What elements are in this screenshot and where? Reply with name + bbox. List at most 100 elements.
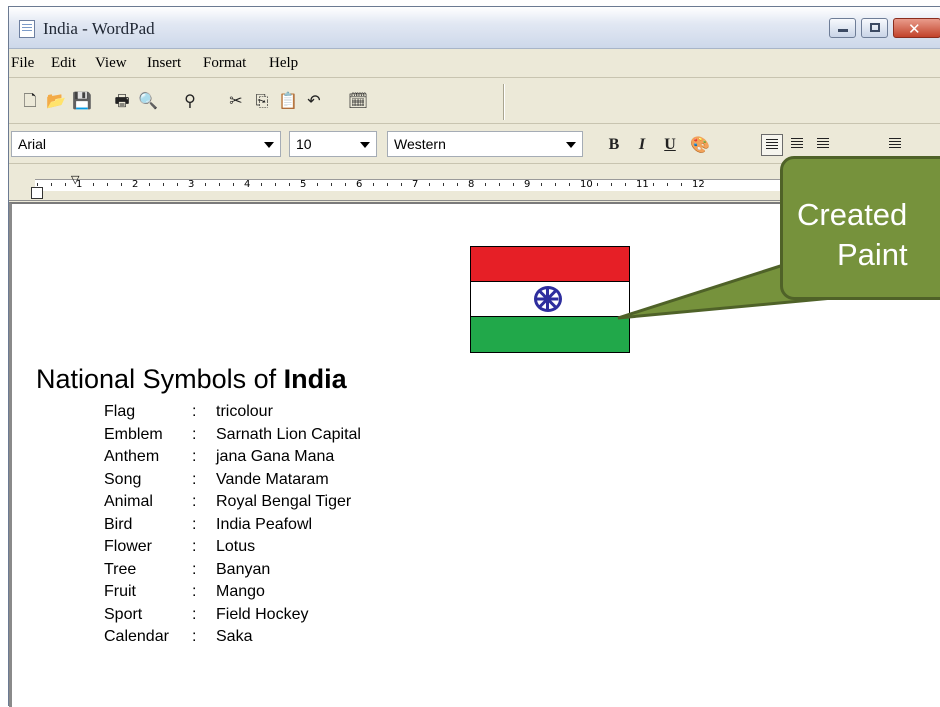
menu-edit[interactable]: Edit [51,55,76,72]
menu-view[interactable]: View [95,55,127,72]
menu-help[interactable]: Help [269,55,298,72]
ruler-tick [667,183,668,186]
callout-line-2: Paint [837,237,908,272]
symbol-value: Mango [216,583,265,600]
symbol-separator: : [192,628,197,645]
bullets-button[interactable] [885,134,907,156]
align-right-icon [817,138,829,150]
symbol-separator: : [192,403,197,420]
symbol-value: Banyan [216,560,271,578]
align-left-icon [766,139,778,151]
ruler-number: 6 [356,179,363,190]
ruler-number: 7 [412,179,419,190]
paste-icon[interactable]: 📋 [277,90,299,112]
symbol-label: Fruit [104,583,136,600]
ruler-tick [443,183,444,186]
align-left-button[interactable] [761,134,783,156]
ruler-tick [513,183,514,186]
ruler-tick [261,183,262,186]
close-button[interactable]: ✕ [893,18,940,38]
symbols-list: Flag: tricolour Emblem: Sarnath Lion Capita… [104,403,464,651]
save-icon[interactable]: 💾 [71,90,93,112]
ruler-tick [401,183,402,186]
symbol-value: Saka [216,628,253,645]
ruler-tick [331,183,332,186]
symbol-value: Vande Mataram [216,470,329,488]
symbol-value: Sarnath Lion Capital [216,425,361,443]
undo-icon[interactable]: ↶ [303,90,325,112]
title-bar[interactable]: India - WordPad ✕ [9,7,940,49]
print-preview-icon[interactable]: 🔍 [137,90,159,112]
symbol-value: Royal Bengal Tiger [216,493,352,510]
ruler-number: 3 [188,179,195,190]
standard-toolbar: 🗋 📂 💾 🖶 🔍 ⚲ ✂ ⎘ 📋 ↶ 🗓 [9,80,940,124]
copy-icon[interactable]: ⎘ [251,90,273,112]
symbol-row: Fruit: Mango [104,583,464,606]
indent-marker[interactable] [31,187,43,199]
ruler-tick [93,183,94,186]
heading-bold-word: India [283,364,347,394]
italic-button[interactable]: I [631,134,653,156]
new-document-icon[interactable]: 🗋 [19,90,41,112]
annotation-callout: Created Paint [780,156,940,300]
symbol-row: Bird: India Peafowl [104,516,464,539]
ruler-tick [65,183,66,186]
ruler-number: 9 [524,179,531,190]
font-name-value: Arial [18,136,47,152]
ruler-tick [485,183,486,186]
find-icon[interactable]: ⚲ [179,90,201,112]
bold-button[interactable]: B [603,134,625,156]
ruler-tick [163,183,164,186]
menu-format[interactable]: Format [203,55,246,72]
align-right-button[interactable] [813,134,835,156]
menu-insert[interactable]: Insert [147,55,181,72]
symbol-label: Tree [104,560,137,578]
symbol-label: Flag [104,403,136,420]
minimize-button[interactable] [829,18,856,38]
symbol-row: Sport: Field Hockey [104,606,464,629]
symbol-row: Emblem: Sarnath Lion Capital [104,426,464,449]
window-title: India - WordPad [43,19,155,38]
font-size-select[interactable]: 10 [289,131,377,157]
maximize-button[interactable] [861,18,888,38]
tab-stop-marker[interactable]: ▽ [71,173,79,186]
cut-icon[interactable]: ✂ [225,90,247,112]
align-center-button[interactable] [787,134,809,156]
callout-line-1: Created [797,197,908,232]
color-palette-icon[interactable]: 🎨 [689,134,711,156]
symbol-separator: : [192,493,197,510]
menu-file[interactable]: File [11,55,34,72]
symbol-separator: : [192,470,197,488]
ruler-tick [51,183,52,186]
ruler-number: 10 [580,179,593,190]
ruler-tick [457,183,458,186]
ruler-number: 5 [300,179,307,190]
ruler-tick [205,183,206,186]
ashoka-chakra-icon [534,286,562,312]
underline-button[interactable]: U [659,134,681,156]
ruler-tick [149,183,150,186]
font-name-select[interactable]: Arial [11,131,281,157]
symbol-separator: : [192,538,197,555]
ruler-tick [233,183,234,186]
ruler-tick [373,183,374,186]
symbol-separator: : [192,515,197,533]
open-folder-icon[interactable]: 📂 [45,90,67,112]
heading-prefix: National Symbols of [36,364,284,394]
symbol-label: Calendar [104,628,169,645]
print-icon[interactable]: 🖶 [111,90,133,112]
india-flag-image[interactable] [470,246,630,353]
symbol-label: Song [104,470,142,488]
insert-date-time-icon[interactable]: 🗓 [347,90,369,112]
script-select[interactable]: Western [387,131,583,157]
ruler-tick [345,183,346,186]
ruler-tick [611,183,612,186]
ruler-tick [429,183,430,186]
ruler-tick [107,183,108,186]
ruler-tick [387,183,388,186]
maximize-icon [870,23,880,32]
symbol-value: jana Gana Mana [216,448,335,465]
ruler-tick [555,183,556,186]
wordpad-app-icon[interactable] [19,20,35,38]
ruler-number: 12 [692,179,705,190]
